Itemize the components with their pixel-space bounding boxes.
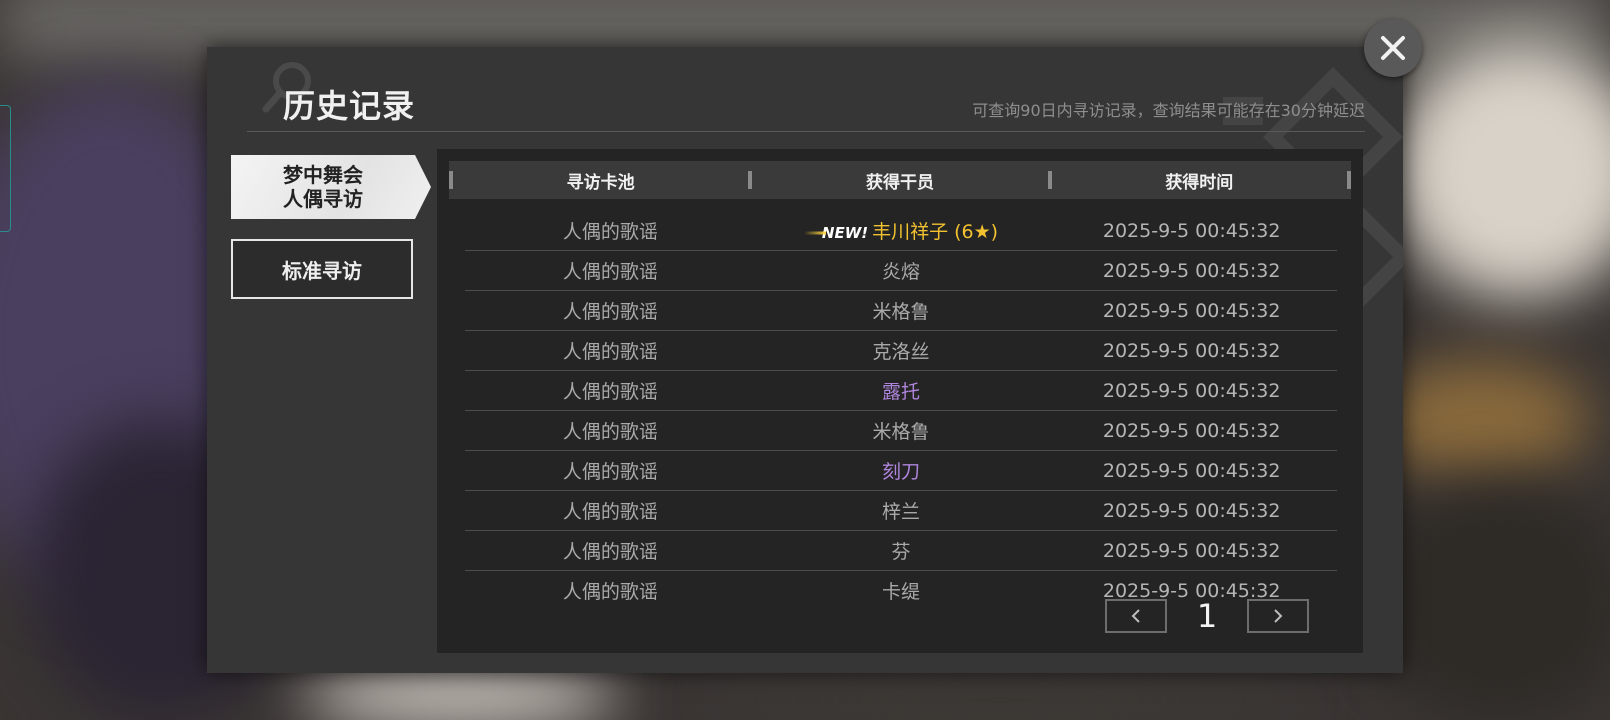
new-badge: NEW! [804,224,868,242]
prev-page-button[interactable] [1105,599,1167,633]
time-cell: 2025-9-5 00:45:32 [1102,259,1281,282]
chevron-left-icon [1131,609,1140,623]
table-row: 人偶的歌谣 米格鲁 2025-9-5 00:45:32 [465,411,1337,451]
table-row: 人偶的歌谣 露托 2025-9-5 00:45:32 [465,371,1337,411]
pool-cell: 人偶的歌谣 [562,261,658,283]
close-button[interactable] [1364,19,1422,77]
time-cell: 2025-9-5 00:45:32 [1102,299,1281,322]
operator-cell: 炎熔 [882,261,921,283]
next-page-button[interactable] [1247,599,1309,633]
records-table: 寻访卡池 获得干员 获得时间 人偶的歌谣 NEW! 丰川祥子 (6★) 2025-… [437,149,1363,653]
table-row: 人偶的歌谣 炎熔 2025-9-5 00:45:32 [465,251,1337,291]
page-number: 1 [1196,597,1218,635]
operator-cell: 刻刀 [882,461,921,483]
sidebar-item-label-line2: 人偶寻访 [283,187,363,211]
pool-cell: 人偶的歌谣 [562,501,658,523]
column-header-operator: 获得干员 [865,172,934,193]
table-row: 人偶的歌谣 梓兰 2025-9-5 00:45:32 [465,491,1337,531]
table-row: 人偶的歌谣 刻刀 2025-9-5 00:45:32 [465,451,1337,491]
pool-cell: 人偶的歌谣 [562,381,658,403]
pool-cell: 人偶的歌谣 [562,341,658,363]
time-cell: 2025-9-5 00:45:32 [1102,419,1281,442]
time-cell: 2025-9-5 00:45:32 [1102,339,1281,362]
sidebar-item-label: 标准寻访 [282,258,362,283]
table-row: 人偶的歌谣 米格鲁 2025-9-5 00:45:32 [465,291,1337,331]
pagination: 1 [1105,597,1315,637]
pool-cell: 人偶的歌谣 [562,581,658,603]
pool-cell: 人偶的歌谣 [562,541,658,563]
page-title: 历史记录 [283,87,416,125]
operator-cell: 米格鲁 [872,421,930,443]
time-cell: 2025-9-5 00:45:32 [1102,459,1281,482]
header-separator [1346,171,1351,189]
sidebar-item-label-line1: 梦中舞会 [283,163,363,187]
operator-name: 丰川祥子 (6★) [872,221,999,243]
operator-cell: NEW! 丰川祥子 (6★) [756,217,1047,244]
pool-cell: 人偶的歌谣 [562,301,658,323]
title-divider [247,131,1365,132]
time-cell: 2025-9-5 00:45:32 [1102,219,1281,242]
operator-cell: 米格鲁 [872,301,930,323]
table-header: 寻访卡池 获得干员 获得时间 [449,161,1351,199]
sidebar-item-standard[interactable]: 标准寻访 [231,239,413,299]
time-cell: 2025-9-5 00:45:32 [1102,379,1281,402]
query-notice: 可查询90日内寻访记录，查询结果可能存在30分钟延迟 [972,101,1365,120]
time-cell: 2025-9-5 00:45:32 [1102,539,1281,562]
chevron-right-icon [1274,609,1283,623]
pool-cell: 人偶的歌谣 [562,421,658,443]
operator-cell: 露托 [882,381,921,403]
time-cell: 2025-9-5 00:45:32 [1102,499,1281,522]
table-row: 人偶的歌谣 芬 2025-9-5 00:45:32 [465,531,1337,571]
column-header-time: 获得时间 [1165,172,1234,193]
operator-cell: 克洛丝 [872,341,930,363]
operator-cell: 芬 [891,541,911,563]
pool-cell: 人偶的歌谣 [562,461,658,483]
operator-cell: 梓兰 [882,501,921,523]
sidebar-item-dream-ball[interactable]: 梦中舞会 人偶寻访 [231,155,431,219]
history-dialog: 历史记录 可查询90日内寻访记录，查询结果可能存在30分钟延迟 梦中舞会 人偶寻… [207,47,1403,673]
table-row: 人偶的歌谣 克洛丝 2025-9-5 00:45:32 [465,331,1337,371]
background-edge-tab [0,105,11,232]
column-header-pool: 寻访卡池 [566,172,635,193]
table-row: 人偶的歌谣 NEW! 丰川祥子 (6★) 2025-9-5 00:45:32 [465,211,1337,251]
table-body: 人偶的歌谣 NEW! 丰川祥子 (6★) 2025-9-5 00:45:32 人偶… [465,211,1337,610]
close-icon [1381,36,1405,60]
pool-cell: 人偶的歌谣 [562,221,658,243]
operator-cell: 卡缇 [882,581,921,603]
